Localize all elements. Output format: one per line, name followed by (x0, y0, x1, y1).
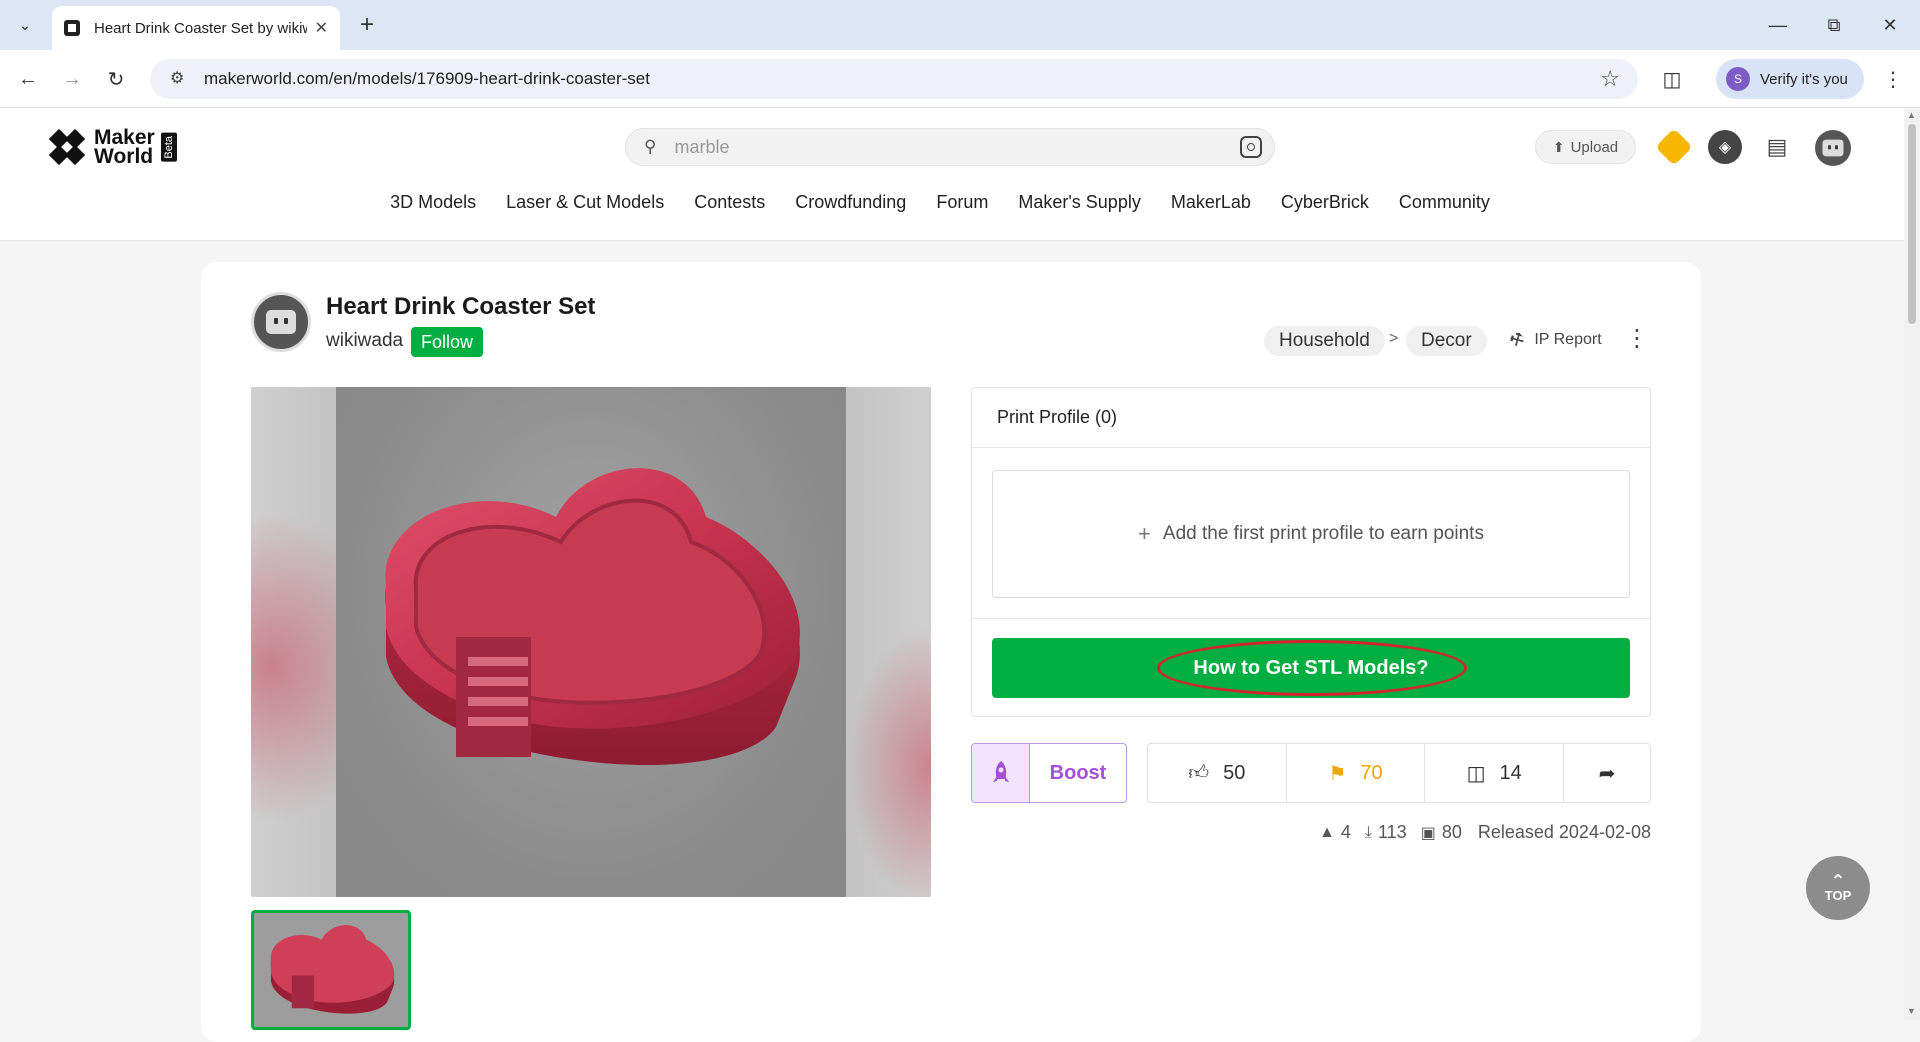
print-profile-header: Print Profile (0) (972, 388, 1650, 448)
browser-tab-bar: ⌄ Heart Drink Coaster Set by wikiwada ✕ … (0, 0, 1920, 50)
page-scrollbar[interactable]: ▲ ▼ (1904, 108, 1920, 1020)
boost-button[interactable]: Boost (971, 743, 1127, 803)
arrow-up-icon: ⌃ (1830, 870, 1846, 891)
verify-label: Verify it's you (1760, 70, 1848, 88)
gavel-icon: ⚒ (1506, 329, 1528, 352)
search-icon[interactable]: ⚲ (644, 137, 656, 157)
user-avatar[interactable] (1815, 130, 1851, 166)
site-header: Maker World Beta ⚲ ⬆ Upload ◈ ▤ 3D Model… (0, 108, 1904, 241)
nav-crowdfunding[interactable]: Crowdfunding (795, 192, 906, 213)
like-button[interactable]: 👍︎ 50 (1148, 744, 1287, 802)
thumbs-up-icon: 👍︎ (1188, 762, 1210, 784)
model-meta-row: ▲ 4 ⤓ 113 ▣ 80 Released 2024-02-08 (1301, 822, 1651, 843)
search-bar[interactable]: ⚲ (625, 128, 1275, 166)
site-favicon-icon (64, 20, 80, 36)
makerworld-logo[interactable]: Maker World Beta (48, 126, 177, 168)
comment-icon: ◫ (1466, 762, 1486, 785)
plus-icon: + (1138, 521, 1151, 546)
main-navigation: 3D Models Laser & Cut Models Contests Cr… (0, 192, 1904, 213)
rocket-icon (972, 744, 1030, 802)
beta-badge: Beta (160, 132, 177, 162)
boost-count: ▲ 4 (1319, 822, 1351, 842)
profile-verify-button[interactable]: S Verify it's you (1716, 59, 1864, 99)
more-options-icon[interactable]: ⋮ (1625, 324, 1649, 353)
print-count: ▣ 80 (1420, 822, 1462, 842)
browser-tab[interactable]: Heart Drink Coaster Set by wikiwada ✕ (52, 6, 340, 50)
share-button[interactable]: ➦ (1564, 744, 1650, 802)
url-text[interactable]: makerworld.com/en/models/176909-heart-dr… (204, 69, 1600, 89)
scrollbar-thumb[interactable] (1908, 124, 1916, 324)
nav-forum[interactable]: Forum (936, 192, 988, 213)
upload-button[interactable]: ⬆ Upload (1535, 130, 1636, 164)
scroll-up-icon[interactable]: ▲ (1907, 110, 1916, 120)
logo-text: Maker World (94, 126, 155, 168)
breadcrumb-separator: > (1389, 330, 1399, 347)
messages-icon[interactable]: ▤ (1760, 130, 1794, 164)
site-info-icon[interactable]: ⚙ (170, 70, 188, 88)
breadcrumb-household[interactable]: Household (1264, 326, 1385, 356)
engagement-stats: 👍︎ 50 ⚑ 70 ◫ 14 ➦ (1147, 743, 1651, 803)
heart-coaster-render (385, 468, 800, 766)
back-to-top-button[interactable]: ⌃ TOP (1806, 856, 1870, 920)
image-search-icon[interactable] (1240, 136, 1262, 158)
collect-button[interactable]: ⚑ 70 (1287, 744, 1426, 802)
points-cube-icon[interactable] (1655, 128, 1693, 166)
download-count: ⤓ 113 (1364, 822, 1407, 842)
rocket-outline-icon: ▲ (1319, 823, 1335, 841)
language-globe-icon[interactable]: ◈ (1708, 130, 1742, 164)
print-scan-icon: ▣ (1420, 824, 1436, 842)
comments-button[interactable]: ◫ 14 (1425, 744, 1565, 802)
address-bar[interactable]: ⚙ makerworld.com/en/models/176909-heart-… (150, 59, 1638, 99)
author-avatar[interactable] (251, 292, 311, 352)
nav-contests[interactable]: Contests (694, 192, 765, 213)
heart-thumbnail-render (270, 925, 395, 1014)
minimize-window-icon[interactable]: — (1758, 8, 1798, 42)
nav-community[interactable]: Community (1399, 192, 1490, 213)
nav-laser-cut-models[interactable]: Laser & Cut Models (506, 192, 664, 213)
tab-list-chevron-icon[interactable]: ⌄ (10, 10, 40, 40)
extensions-icon[interactable]: ◫ (1656, 63, 1688, 95)
close-window-icon[interactable]: ✕ (1870, 8, 1910, 42)
model-title: Heart Drink Coaster Set (326, 293, 596, 320)
how-to-get-stl-button[interactable]: How to Get STL Models? (992, 638, 1630, 698)
author-name[interactable]: wikiwada (326, 330, 403, 352)
share-icon: ➦ (1598, 762, 1616, 785)
model-main-image (336, 387, 846, 897)
release-date: Released 2024-02-08 (1477, 822, 1651, 842)
close-tab-icon[interactable]: ✕ (315, 18, 328, 38)
back-icon[interactable]: ← (12, 63, 44, 95)
boost-label: Boost (1049, 761, 1107, 784)
model-image-gallery[interactable] (251, 387, 931, 897)
download-icon: ⤓ (1364, 823, 1372, 841)
browser-toolbar: ← → ↻ ⚙ makerworld.com/en/models/176909-… (0, 50, 1920, 108)
robot-avatar-icon (266, 310, 296, 334)
divider (972, 618, 1650, 619)
robot-avatar-icon (1822, 139, 1844, 157)
scroll-down-icon[interactable]: ▼ (1907, 1006, 1916, 1016)
browser-menu-icon[interactable]: ⋮ (1878, 63, 1908, 95)
new-tab-icon[interactable]: + (352, 10, 382, 40)
bookmark-star-icon[interactable]: ☆ (1600, 66, 1620, 92)
nav-makerlab[interactable]: MakerLab (1171, 192, 1251, 213)
nav-3d-models[interactable]: 3D Models (390, 192, 476, 213)
print-profile-panel: Print Profile (0) + Add the first print … (971, 387, 1651, 717)
search-input[interactable] (674, 136, 1240, 158)
reload-icon[interactable]: ↻ (100, 63, 132, 95)
upload-icon: ⬆ (1552, 138, 1565, 155)
highlight-ellipse (1157, 640, 1467, 696)
tab-title: Heart Drink Coaster Set by wikiwada (94, 19, 307, 37)
bookmark-icon: ⚑ (1328, 762, 1347, 785)
nav-makers-supply[interactable]: Maker's Supply (1018, 192, 1140, 213)
restore-window-icon[interactable]: ⧉ (1814, 8, 1854, 42)
logo-mark-icon (48, 128, 88, 166)
follow-button[interactable]: Follow (411, 327, 484, 357)
add-print-profile-button[interactable]: + Add the first print profile to earn po… (992, 470, 1630, 598)
model-detail-card: Heart Drink Coaster Set wikiwada Follow … (201, 262, 1701, 1042)
nav-cyberbrick[interactable]: CyberBrick (1281, 192, 1369, 213)
forward-icon[interactable]: → (56, 63, 88, 95)
gallery-thumbnail[interactable] (251, 910, 411, 1030)
breadcrumb-decor[interactable]: Decor (1406, 326, 1487, 356)
profile-avatar: S (1726, 67, 1750, 91)
ip-report-link[interactable]: ⚒ IP Report (1507, 329, 1602, 351)
